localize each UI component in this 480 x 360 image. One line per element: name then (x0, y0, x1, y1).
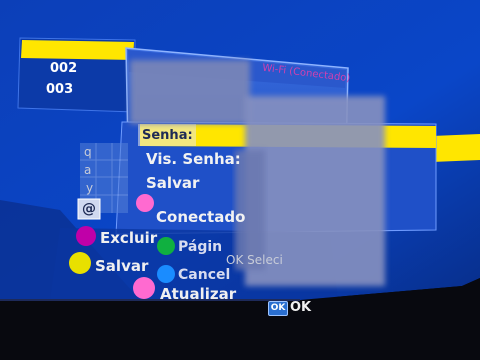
tv-screen-photo (0, 0, 480, 360)
blur-patch-1 (130, 60, 250, 124)
key-at-bg (77, 198, 101, 220)
ok-key-icon: OK (268, 301, 288, 316)
btn-blue-dot (157, 265, 175, 283)
btn-magenta-dot (76, 226, 96, 246)
status-pink-dot (136, 194, 154, 212)
blur-patch-2 (245, 96, 385, 286)
list-highlight-right (432, 134, 480, 162)
channel-list-panel (17, 37, 136, 113)
btn-pink-dot (133, 277, 155, 299)
channel-highlight (21, 40, 134, 60)
btn-yellow-dot (69, 252, 91, 274)
btn-green-dot (157, 237, 175, 255)
